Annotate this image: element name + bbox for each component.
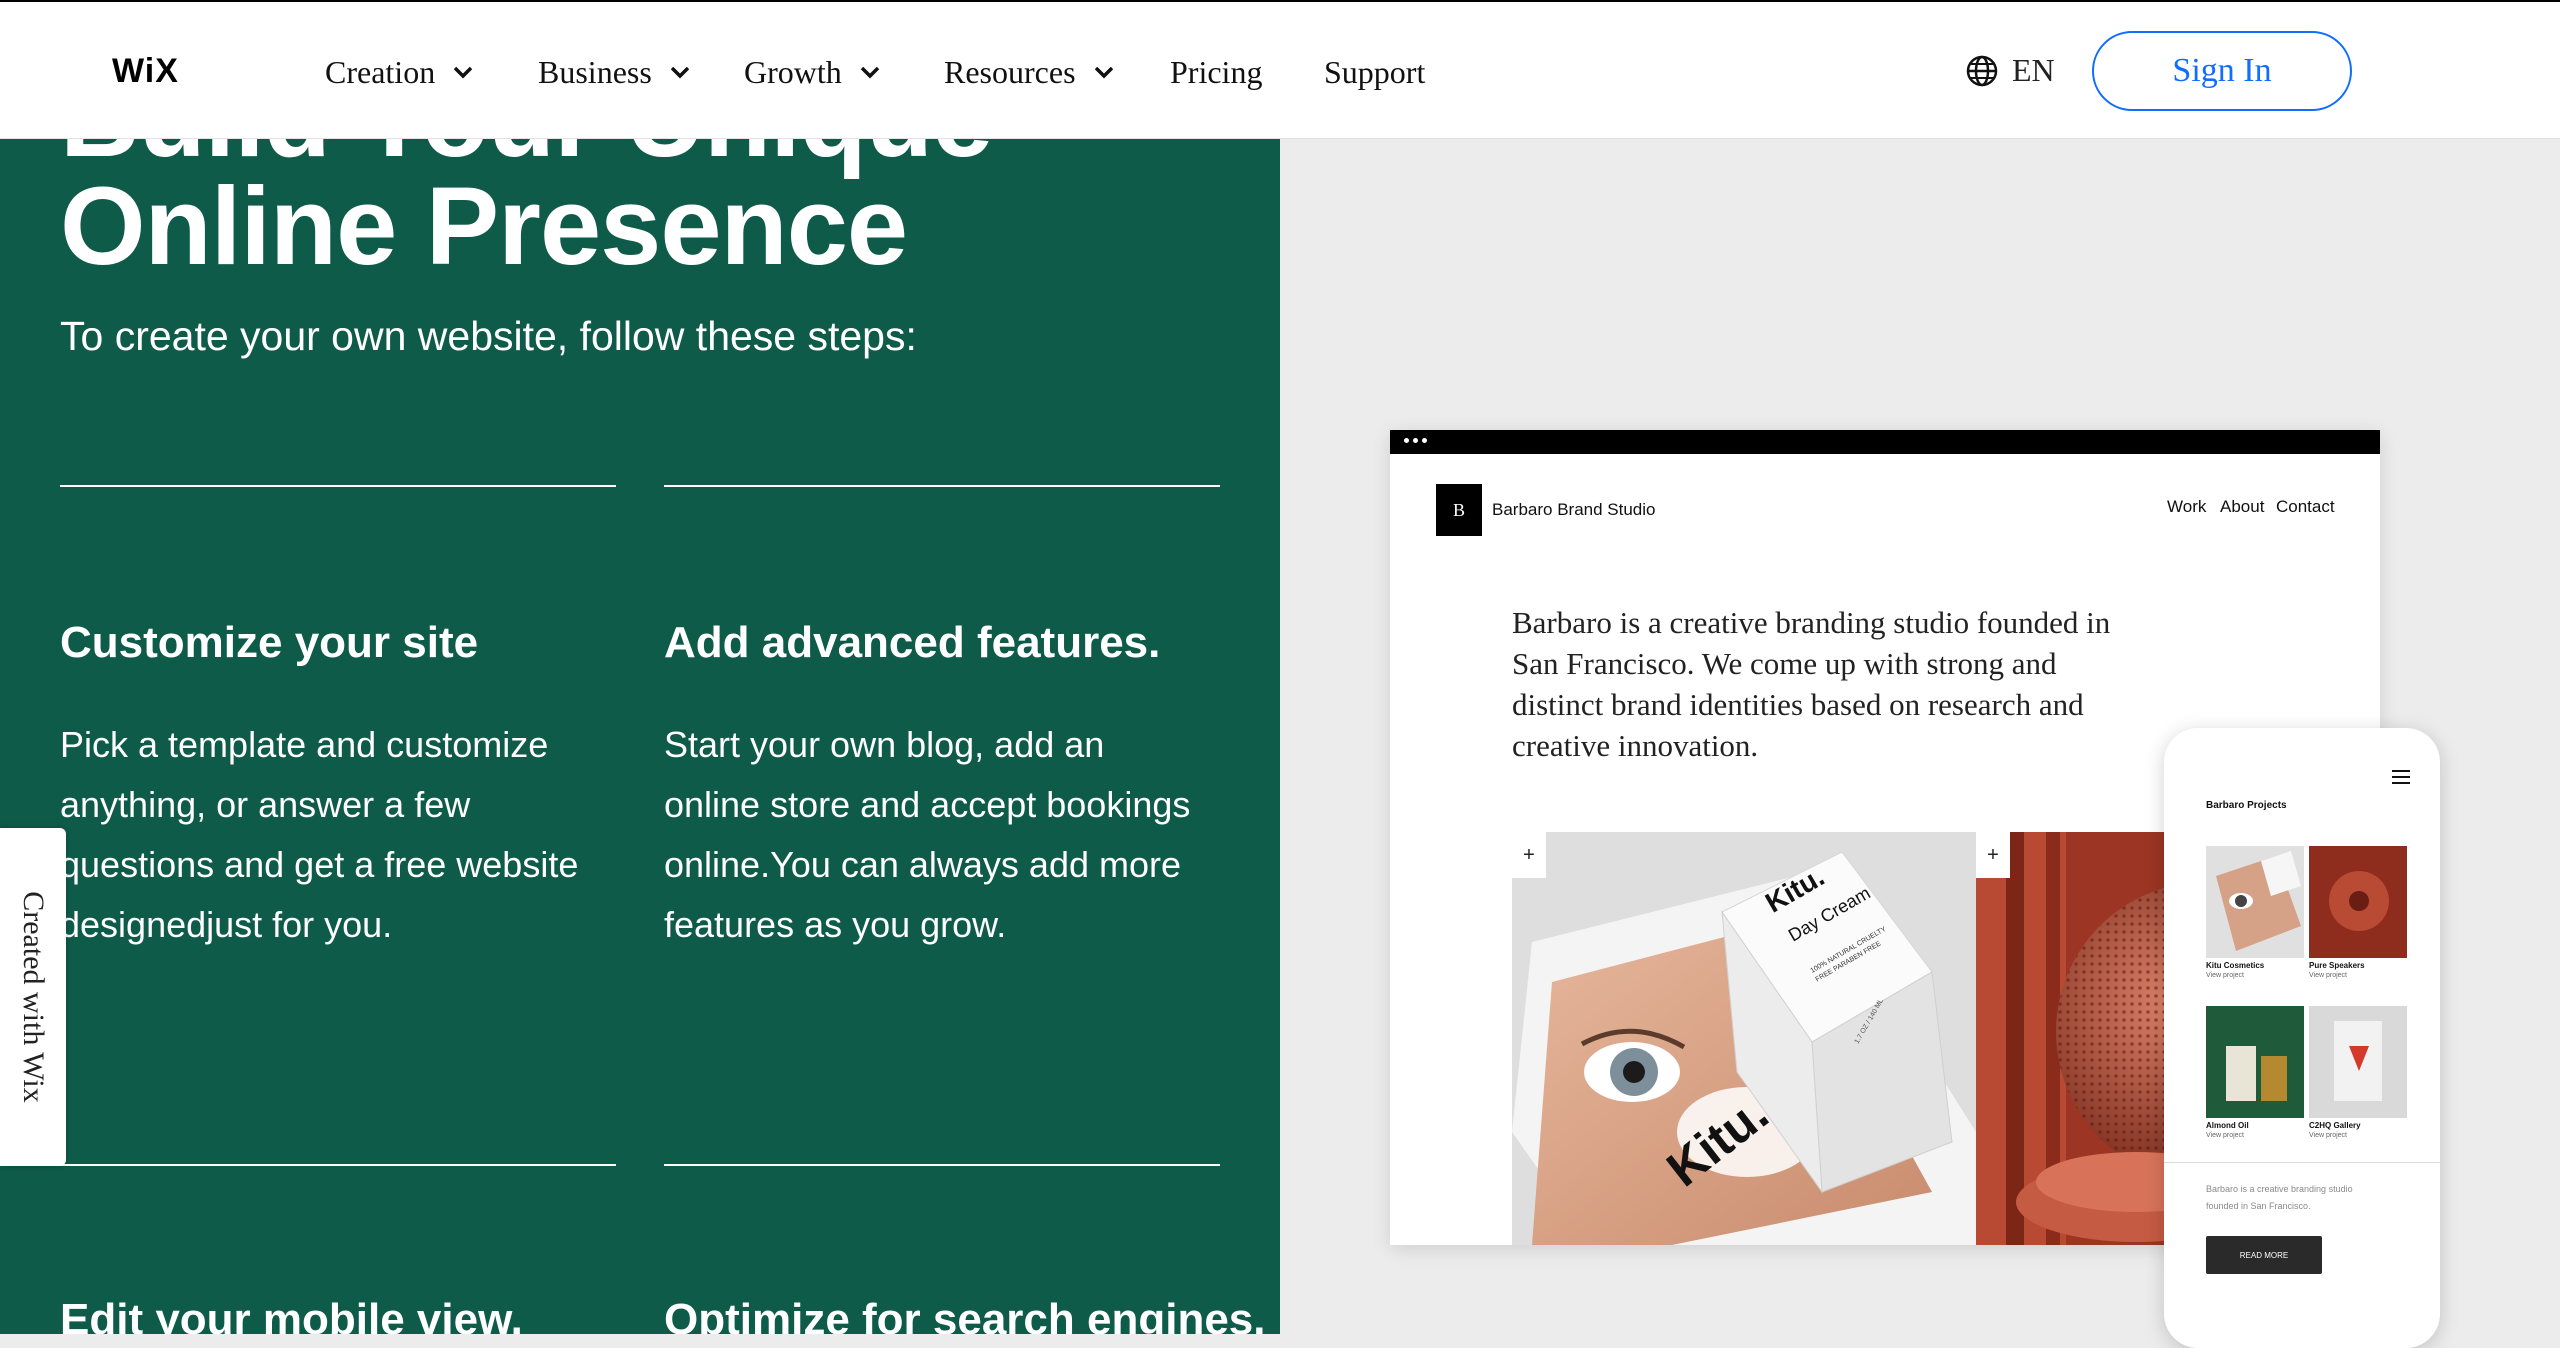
project-name: Kitu Cosmetics bbox=[2206, 961, 2265, 970]
step-title: Edit your mobile view. bbox=[60, 1295, 523, 1334]
sign-in-button[interactable]: Sign In bbox=[2092, 31, 2352, 111]
chevron-down-icon bbox=[453, 66, 473, 79]
divider bbox=[664, 1164, 1220, 1166]
wix-logo[interactable]: WiX bbox=[112, 52, 179, 91]
divider bbox=[664, 485, 1220, 487]
step-title: Add advanced features. bbox=[664, 618, 1161, 667]
step-text: Start your own blog, add an online store… bbox=[664, 724, 1191, 945]
hero-title: Online Presence bbox=[60, 165, 908, 288]
read-more-button[interactable]: READ MORE bbox=[2206, 1236, 2322, 1274]
almond-oil-thumb bbox=[2206, 1006, 2304, 1118]
nav-support-label: Support bbox=[1324, 53, 1426, 90]
mockup-logo: B bbox=[1436, 484, 1482, 536]
project-name: Almond Oil bbox=[2206, 1121, 2249, 1130]
language-selector[interactable]: EN bbox=[1966, 52, 2055, 89]
speaker-thumb bbox=[2309, 846, 2407, 958]
nav-growth[interactable]: Growth bbox=[744, 50, 882, 94]
browser-bar bbox=[1390, 430, 2380, 454]
chevron-down-icon bbox=[1094, 66, 1113, 79]
phone-description: Barbaro is a creative branding studio fo… bbox=[2206, 1184, 2353, 1211]
step-title: Customize your site bbox=[60, 618, 479, 667]
project-tile[interactable] bbox=[2309, 846, 2407, 958]
nav-business[interactable]: Business bbox=[538, 50, 692, 94]
mockup-nav-contact: Contact bbox=[2276, 497, 2335, 516]
view-project-link[interactable]: View project bbox=[2309, 971, 2347, 980]
phone-projects-title: Barbaro Projects bbox=[2206, 800, 2287, 811]
nav-pricing[interactable]: Pricing bbox=[1170, 50, 1262, 94]
globe-icon bbox=[1966, 55, 1998, 86]
chevron-down-icon bbox=[860, 66, 880, 79]
language-label: EN bbox=[2012, 52, 2055, 88]
view-project-link[interactable]: View project bbox=[2206, 1131, 2244, 1140]
nav-creation[interactable]: Creation bbox=[325, 50, 475, 94]
expand-plus-icon[interactable]: + bbox=[1976, 832, 2010, 878]
mockup-description: Barbaro is a creative branding studio fo… bbox=[1512, 605, 2111, 763]
nav-support[interactable]: Support bbox=[1324, 50, 1425, 94]
nav-pricing-label: Pricing bbox=[1170, 53, 1263, 90]
hamburger-menu-icon[interactable] bbox=[2392, 770, 2410, 788]
project-name: C2HQ Gallery bbox=[2309, 1121, 2361, 1130]
project-tile[interactable] bbox=[2206, 846, 2304, 958]
kitu-product-image: Kitu. Day Cream 100% NATURAL CRUELTY FRE… bbox=[1512, 832, 1976, 1245]
step-text: Pick a template and customize anything, … bbox=[60, 724, 579, 945]
hero-panel: Build Your Unique Online Presence To cre… bbox=[0, 139, 1280, 1334]
project-name: Pure Speakers bbox=[2309, 961, 2365, 970]
nav-creation-label: Creation bbox=[325, 53, 436, 90]
mockup-brand-name: Barbaro Brand Studio bbox=[1492, 500, 1656, 519]
view-project-link[interactable]: View project bbox=[2309, 1131, 2347, 1140]
project-tile[interactable] bbox=[2309, 1006, 2407, 1118]
expand-plus-icon[interactable]: + bbox=[1512, 832, 1546, 878]
divider bbox=[60, 1164, 616, 1166]
gallery-thumb bbox=[2309, 1006, 2407, 1118]
created-with-wix-tab[interactable]: Created with Wix bbox=[0, 828, 66, 1166]
divider bbox=[2164, 1162, 2440, 1163]
created-with-wix-label: Created with Wix bbox=[17, 891, 50, 1103]
mobile-site-mockup: Barbaro Projects Kitu Cosmetics View pro… bbox=[2164, 728, 2440, 1348]
project-tile[interactable] bbox=[2206, 1006, 2304, 1118]
nav-resources[interactable]: Resources bbox=[944, 50, 1116, 94]
hero-subtitle: To create your own website, follow these… bbox=[60, 313, 917, 359]
kitu-product-illustration bbox=[1512, 832, 1976, 1245]
window-dots-icon bbox=[1404, 438, 1427, 443]
top-navigation: WiX Creation Business Growth Resources P… bbox=[0, 0, 2560, 139]
nav-resources-label: Resources bbox=[944, 53, 1076, 90]
view-project-link[interactable]: View project bbox=[2206, 971, 2244, 980]
divider bbox=[60, 485, 616, 487]
nav-growth-label: Growth bbox=[744, 53, 842, 90]
chevron-down-icon bbox=[670, 66, 690, 79]
mockup-nav-work: Work bbox=[2167, 497, 2207, 516]
kitu-thumb bbox=[2206, 846, 2304, 958]
step-title: Optimize for search engines. bbox=[664, 1295, 1266, 1334]
mockup-nav-about: About bbox=[2220, 497, 2265, 516]
nav-business-label: Business bbox=[538, 53, 652, 90]
